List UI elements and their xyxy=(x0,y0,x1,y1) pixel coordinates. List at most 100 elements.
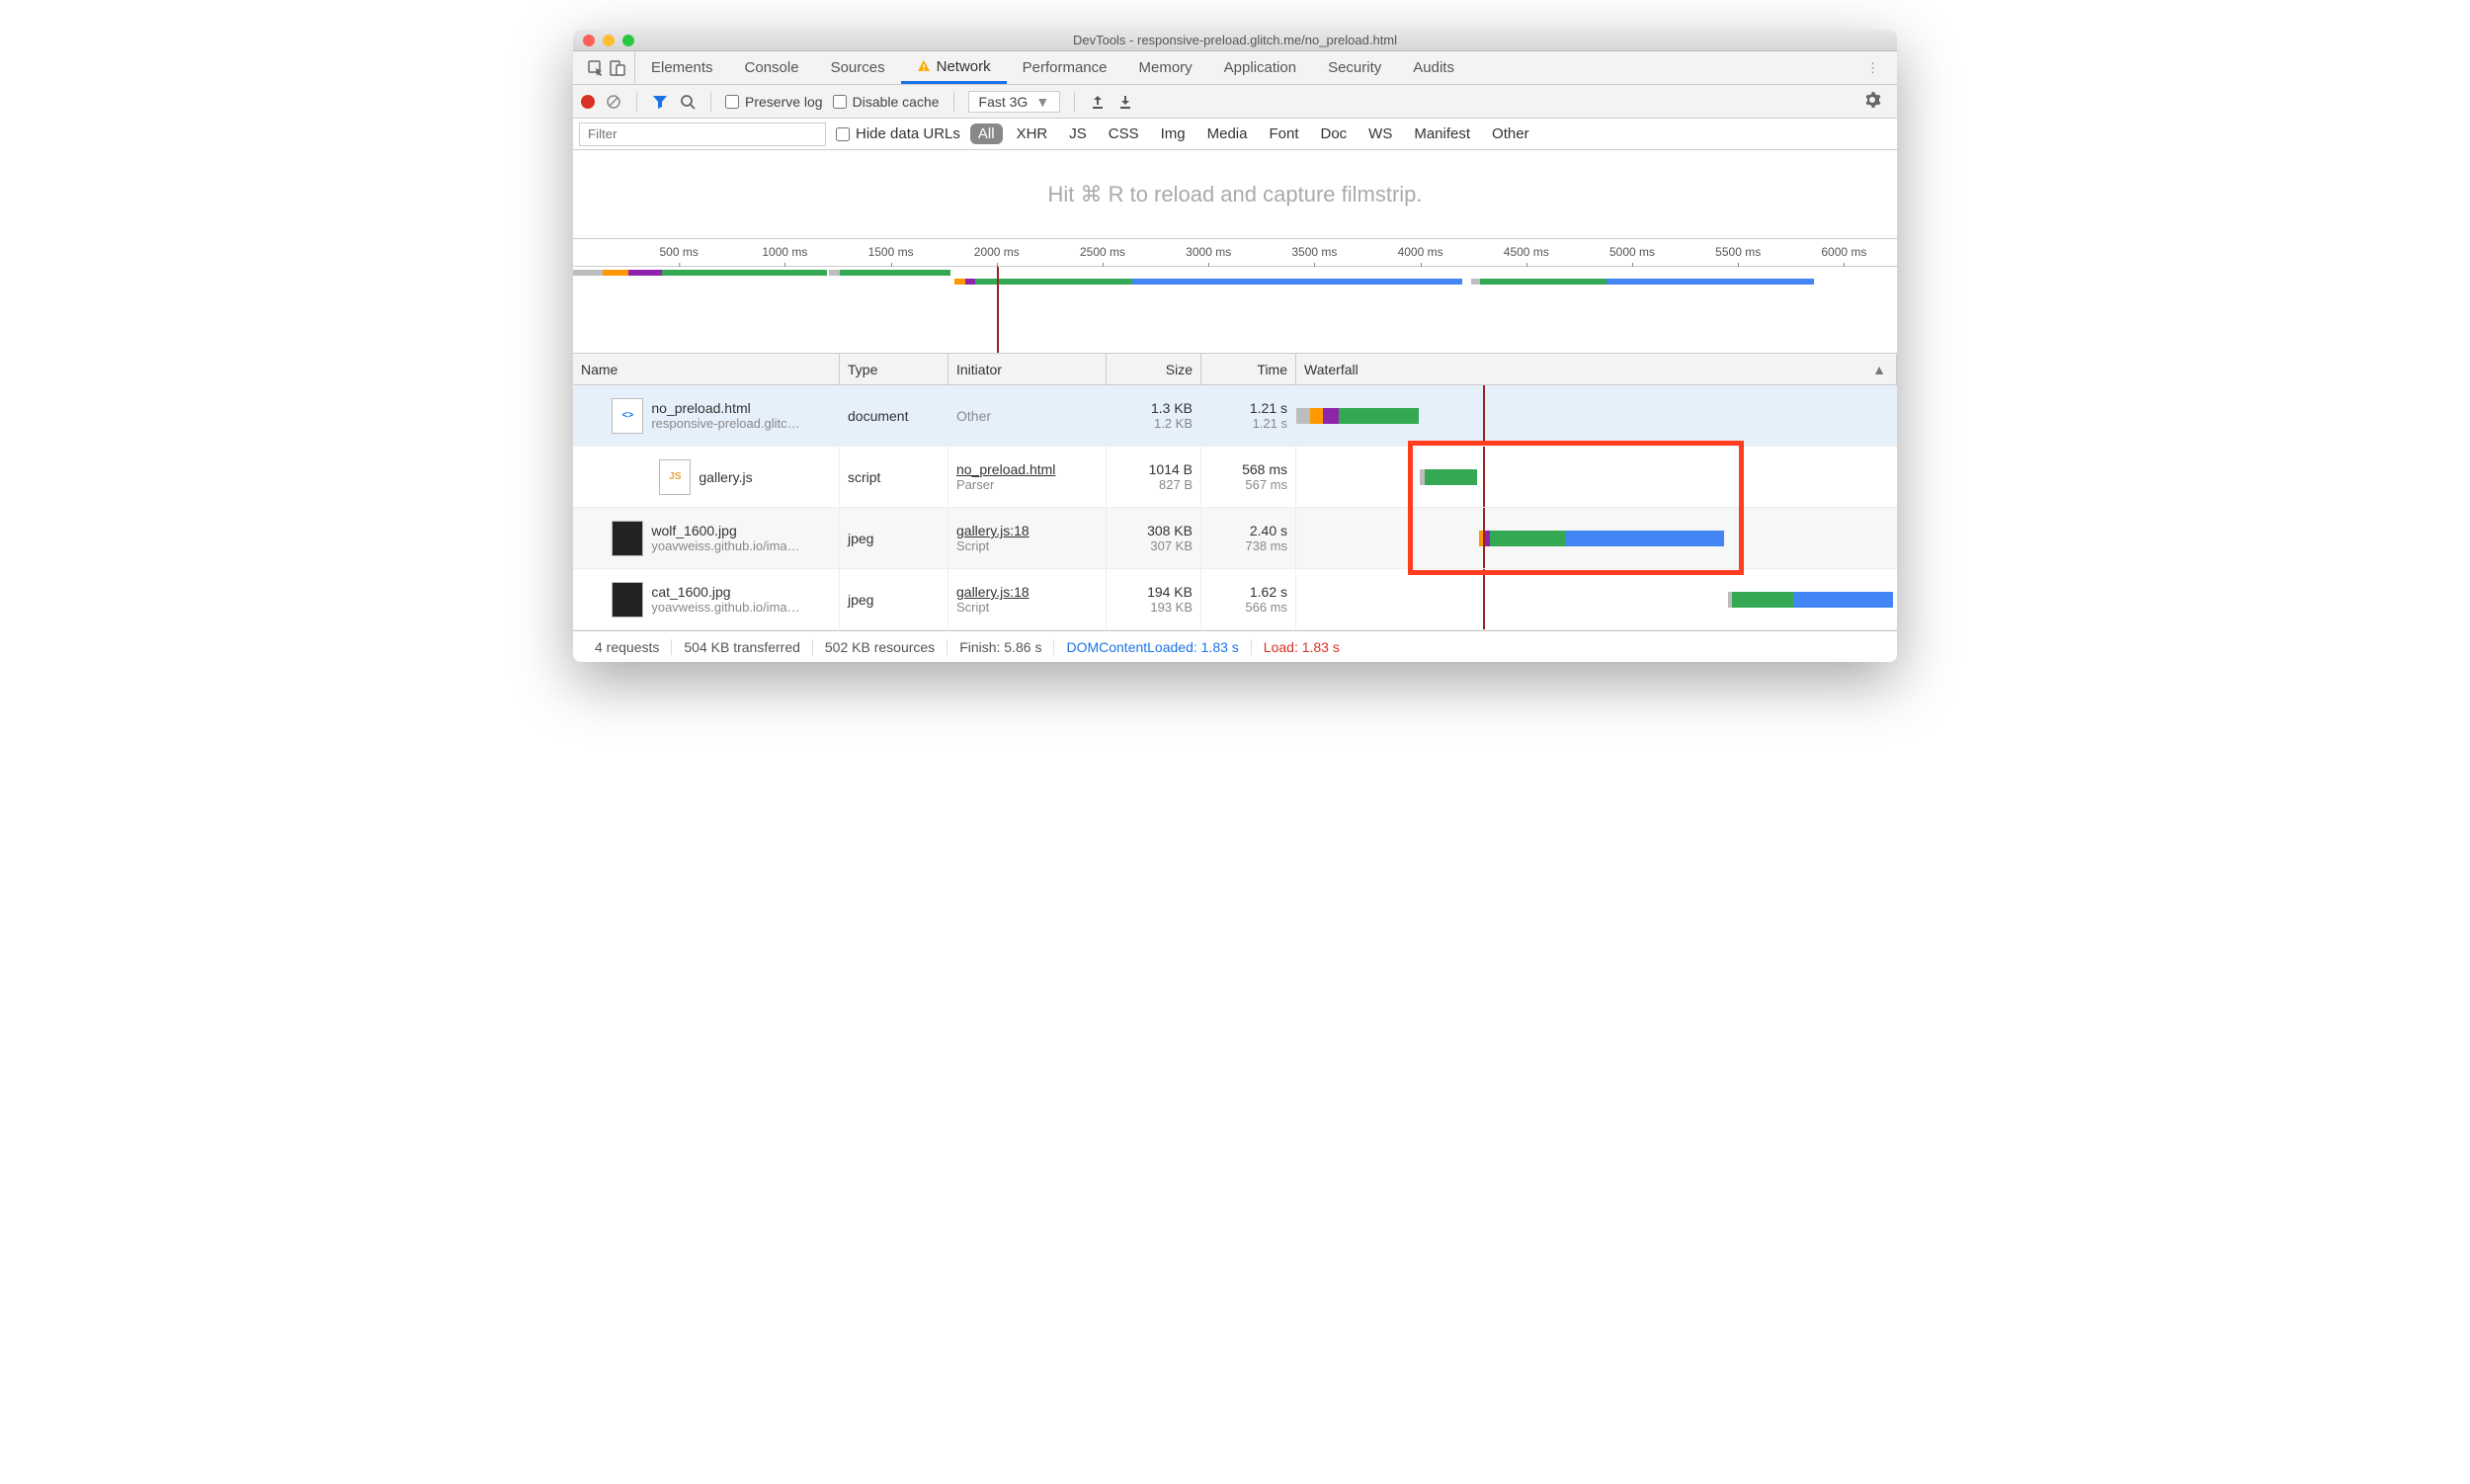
tab-elements[interactable]: Elements xyxy=(635,51,729,84)
filter-type-font[interactable]: Font xyxy=(1261,124,1306,144)
initiator-link[interactable]: no_preload.html xyxy=(956,461,1098,477)
overview-tick: 4500 ms xyxy=(1504,245,1549,259)
request-name: wolf_1600.jpg xyxy=(651,523,799,538)
request-time: 1.62 s xyxy=(1250,584,1287,600)
request-name: cat_1600.jpg xyxy=(651,584,799,600)
upload-har-icon[interactable] xyxy=(1089,93,1107,111)
request-time-sub: 566 ms xyxy=(1245,600,1287,615)
overview-tick: 6000 ms xyxy=(1821,245,1866,259)
kebab-menu-icon[interactable]: ⋮ xyxy=(1854,51,1891,84)
device-toggle-icon[interactable] xyxy=(609,59,626,77)
titlebar: DevTools - responsive-preload.glitch.me/… xyxy=(573,30,1897,51)
filter-icon[interactable] xyxy=(651,93,669,111)
record-button[interactable] xyxy=(581,95,595,109)
tab-console[interactable]: Console xyxy=(729,51,815,84)
overview-tick: 2000 ms xyxy=(974,245,1020,259)
request-table-body: <>no_preload.htmlresponsive-preload.glit… xyxy=(573,385,1897,630)
request-initiator: Other xyxy=(948,385,1107,446)
devtools-window: DevTools - responsive-preload.glitch.me/… xyxy=(573,30,1897,662)
window-title: DevTools - responsive-preload.glitch.me/… xyxy=(573,33,1897,47)
preserve-log-checkbox[interactable]: Preserve log xyxy=(725,94,823,110)
hide-data-urls-checkbox[interactable]: Hide data URLs xyxy=(836,125,960,142)
file-icon xyxy=(612,582,643,618)
request-domain: responsive-preload.glitc… xyxy=(651,416,799,431)
request-type: jpeg xyxy=(840,569,948,629)
col-header-time[interactable]: Time xyxy=(1201,354,1296,384)
col-header-size[interactable]: Size xyxy=(1107,354,1201,384)
summary-transferred: 504 KB transferred xyxy=(672,639,813,655)
search-icon[interactable] xyxy=(679,93,697,111)
initiator-link[interactable]: gallery.js:18 xyxy=(956,523,1098,538)
overview-timeline[interactable]: 500 ms1000 ms1500 ms2000 ms2500 ms3000 m… xyxy=(573,239,1897,354)
summary-requests: 4 requests xyxy=(583,639,672,655)
request-size-sub: 307 KB xyxy=(1150,538,1193,553)
request-size: 1014 B xyxy=(1149,461,1193,477)
throttling-select[interactable]: Fast 3G ▼ xyxy=(968,91,1061,113)
initiator-type: Script xyxy=(956,600,1098,615)
col-header-waterfall[interactable]: Waterfall ▲ xyxy=(1296,354,1897,384)
overview-tick: 500 ms xyxy=(660,245,699,259)
tab-application[interactable]: Application xyxy=(1208,51,1312,84)
filter-type-js[interactable]: JS xyxy=(1061,124,1095,144)
filter-bar: Hide data URLs All XHRJS CSS ImgMediaFont Do… xyxy=(573,119,1897,150)
table-header: Name Type Initiator Size Time Waterfall … xyxy=(573,354,1897,385)
request-size: 308 KB xyxy=(1147,523,1193,538)
filmstrip-area: Hit ⌘ R to reload and capture filmstrip. xyxy=(573,150,1897,239)
col-header-type[interactable]: Type xyxy=(840,354,948,384)
table-row[interactable]: cat_1600.jpgyoavweiss.github.io/ima…jpeg… xyxy=(573,569,1897,630)
initiator-link[interactable]: gallery.js:18 xyxy=(956,584,1098,600)
download-har-icon[interactable] xyxy=(1116,93,1134,111)
request-type: document xyxy=(840,385,948,446)
waterfall-cell xyxy=(1296,385,1897,446)
table-row[interactable]: <> no_preload.htmlresponsive-preload.glit… xyxy=(573,385,1897,447)
filter-type-img[interactable]: Img xyxy=(1153,124,1194,144)
disable-cache-checkbox[interactable]: Disable cache xyxy=(833,94,940,110)
filter-input[interactable] xyxy=(579,123,826,146)
request-size-sub: 1.2 KB xyxy=(1154,416,1193,431)
col-header-initiator[interactable]: Initiator xyxy=(948,354,1107,384)
filter-type-all[interactable]: All xyxy=(970,124,1003,144)
dcl-marker-line xyxy=(1483,569,1485,629)
filter-type-ws[interactable]: WS xyxy=(1360,124,1400,144)
request-time-sub: 1.21 s xyxy=(1253,416,1287,431)
tab-sources[interactable]: Sources xyxy=(815,51,901,84)
request-size-sub: 827 B xyxy=(1159,477,1193,492)
tab-network[interactable]: Network xyxy=(901,51,1007,84)
zoom-window-button[interactable] xyxy=(622,35,634,46)
overview-tick: 2500 ms xyxy=(1080,245,1125,259)
filter-type-manifest[interactable]: Manifest xyxy=(1406,124,1478,144)
request-domain: yoavweiss.github.io/ima… xyxy=(651,538,799,553)
file-icon: <> xyxy=(612,398,643,434)
request-name: no_preload.html xyxy=(651,400,799,416)
overview-tick: 1000 ms xyxy=(762,245,807,259)
inspect-icon[interactable] xyxy=(587,59,605,77)
close-window-button[interactable] xyxy=(583,35,595,46)
filter-type-xhr[interactable]: XHR xyxy=(1009,124,1056,144)
tab-memory[interactable]: Memory xyxy=(1123,51,1208,84)
minimize-window-button[interactable] xyxy=(603,35,615,46)
sort-indicator-icon: ▲ xyxy=(1872,362,1886,377)
tab-audits[interactable]: Audits xyxy=(1397,51,1470,84)
tab-performance[interactable]: Performance xyxy=(1007,51,1123,84)
table-row[interactable]: wolf_1600.jpgyoavweiss.github.io/ima…jpe… xyxy=(573,508,1897,569)
filter-type-doc[interactable]: Doc xyxy=(1312,124,1355,144)
filter-type-media[interactable]: Media xyxy=(1199,124,1256,144)
filmstrip-hint: Hit ⌘ R to reload and capture filmstrip. xyxy=(1047,182,1422,207)
overview-tick: 3500 ms xyxy=(1291,245,1337,259)
col-header-name[interactable]: Name xyxy=(573,354,840,384)
waterfall-cell xyxy=(1296,447,1897,507)
clear-button[interactable] xyxy=(605,93,622,111)
summary-resources: 502 KB resources xyxy=(813,639,947,655)
overview-tick: 5000 ms xyxy=(1609,245,1655,259)
overview-tick: 3000 ms xyxy=(1186,245,1231,259)
chevron-down-icon: ▼ xyxy=(1035,94,1049,110)
tab-security[interactable]: Security xyxy=(1312,51,1397,84)
dcl-marker-line xyxy=(1483,447,1485,507)
settings-gear-icon[interactable] xyxy=(1855,91,1889,112)
filter-type-css[interactable]: CSS xyxy=(1101,124,1147,144)
request-size: 194 KB xyxy=(1147,584,1193,600)
filter-type-other[interactable]: Other xyxy=(1484,124,1537,144)
table-row[interactable]: JSgallery.jsscriptno_preload.htmlParser1… xyxy=(573,447,1897,508)
dcl-marker-line xyxy=(1483,385,1485,446)
request-time-sub: 567 ms xyxy=(1245,477,1287,492)
